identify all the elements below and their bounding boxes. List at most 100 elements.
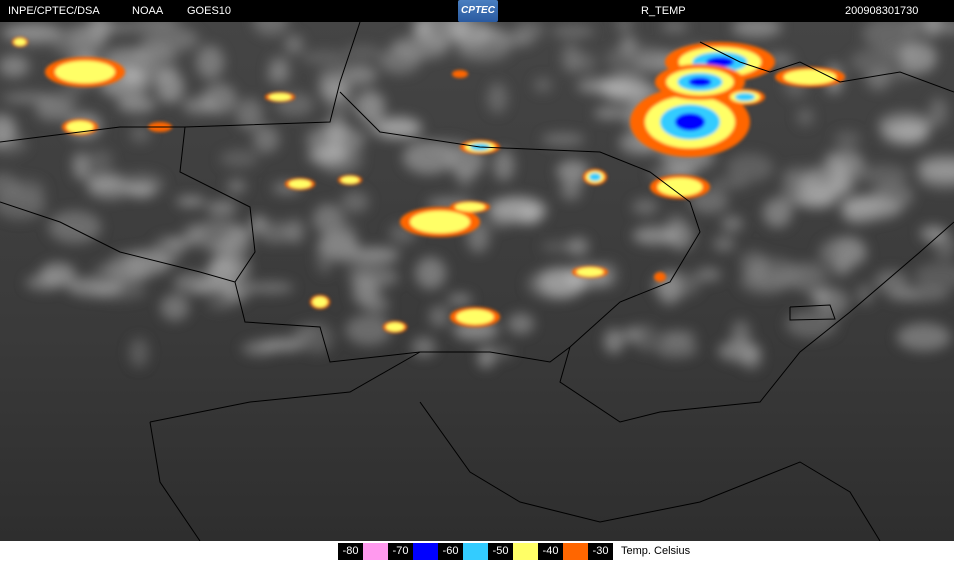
- temperature-legend: -80 -70 -60 -50 -40 -30 Temp. Celsius: [0, 541, 954, 562]
- cloud-patch: [301, 50, 348, 65]
- legend-swatch: [363, 543, 388, 560]
- cloud-patch: [87, 177, 133, 200]
- legend-title: Temp. Celsius: [621, 545, 691, 557]
- cloud-patch: [819, 237, 868, 270]
- cloud-patch: [604, 43, 664, 75]
- legend-label: -30: [588, 543, 613, 560]
- cloud-patch: [712, 236, 735, 252]
- cloud-patch: [56, 86, 80, 109]
- cloud-patch: [730, 319, 751, 350]
- cloud-patch: [0, 55, 30, 78]
- cloud-patch: [874, 270, 908, 293]
- cloud-patch: [355, 90, 386, 123]
- cloud-patch: [919, 225, 947, 242]
- cloud-patch: [318, 65, 378, 88]
- cold-cloud-top: [341, 176, 359, 184]
- product-label: R_TEMP: [641, 5, 686, 17]
- legend-swatch: [563, 543, 588, 560]
- cold-cloud-top: [654, 272, 666, 282]
- cloud-patch: [785, 310, 838, 339]
- cloud-patch: [493, 149, 515, 182]
- legend-label: -80: [338, 543, 363, 560]
- cloud-patch: [129, 124, 151, 143]
- cloud-patch: [710, 177, 749, 190]
- cloud-patch: [167, 236, 195, 249]
- timestamp-label: 200908301730: [845, 5, 919, 17]
- cloud-patch: [896, 323, 951, 352]
- cloud-patch: [241, 341, 278, 356]
- cloud-patch: [284, 34, 304, 54]
- cold-cloud-top: [783, 69, 837, 85]
- cloud-patch: [632, 226, 679, 245]
- cloud-patch: [560, 179, 582, 201]
- cloud-patch: [155, 70, 185, 104]
- legend-label: -40: [538, 543, 563, 560]
- cptec-logo: CPTEC: [458, 0, 498, 22]
- cloud-patch: [415, 257, 447, 290]
- satellite-label: GOES10: [187, 5, 232, 17]
- cloud-patch: [695, 267, 722, 282]
- cloud-patch: [750, 259, 769, 285]
- cloud-patch: [122, 67, 144, 88]
- cold-cloud-top: [455, 202, 485, 212]
- cloud-patch: [87, 149, 113, 170]
- cloud-patch: [411, 336, 436, 357]
- legend-label: -50: [488, 543, 513, 560]
- cloud-patch: [175, 196, 206, 207]
- cold-cloud-top: [312, 296, 328, 308]
- cloud-patch: [351, 276, 380, 308]
- cloud-patch: [810, 291, 831, 302]
- cloud-patch: [533, 77, 553, 93]
- legend-label: -60: [438, 543, 463, 560]
- cloud-patch: [1, 92, 59, 103]
- cold-cloud-top: [589, 173, 601, 181]
- cloud-patch: [66, 277, 123, 297]
- cold-cloud-top: [55, 60, 115, 84]
- cloud-patch: [267, 66, 290, 84]
- cold-cloud-top: [452, 70, 468, 78]
- cloud-patch: [507, 313, 535, 335]
- cloud-patch: [146, 33, 202, 47]
- cloud-patch: [665, 213, 685, 231]
- cloud-patch: [541, 133, 585, 146]
- cloud-patch: [307, 146, 349, 165]
- cloud-patch: [798, 172, 851, 197]
- agency-label: NOAA: [132, 5, 164, 17]
- satellite-image: [0, 8, 954, 542]
- cloud-patch: [341, 191, 369, 213]
- cloud-patch: [129, 337, 149, 368]
- cloud-patch: [658, 330, 697, 344]
- cloud-patch: [253, 125, 280, 154]
- cloud-patch: [871, 181, 914, 211]
- cloud-patch: [160, 294, 190, 321]
- cloud-patch: [603, 328, 624, 354]
- cold-cloud-top: [688, 77, 712, 87]
- cloud-patch: [25, 274, 64, 291]
- cloud-patch: [227, 179, 247, 193]
- cloud-patch: [336, 221, 356, 241]
- legend-swatch: [413, 543, 438, 560]
- cloud-patch: [248, 281, 294, 294]
- cloud-patch: [487, 82, 508, 114]
- cold-cloud-top: [657, 178, 703, 196]
- cloud-patch: [428, 305, 450, 328]
- cloud-patch: [855, 164, 910, 186]
- cloud-patch: [338, 249, 374, 268]
- cold-cloud-top: [456, 309, 494, 325]
- cloud-patch: [256, 221, 297, 244]
- cloud-patch: [487, 209, 510, 229]
- cloud-patch: [497, 33, 534, 47]
- cloud-patch: [447, 293, 473, 306]
- cloud-patch: [632, 198, 659, 215]
- cloud-patch: [561, 43, 581, 73]
- cloud-patch: [809, 163, 843, 175]
- cloud-patch: [117, 272, 149, 283]
- cold-cloud-top: [14, 38, 26, 46]
- cloud-patch: [721, 215, 744, 232]
- cold-cloud-top: [735, 93, 755, 101]
- cloud-patch: [224, 226, 251, 260]
- cloud-patch: [316, 243, 334, 275]
- legend-label: -70: [388, 543, 413, 560]
- cloud-patch: [206, 201, 238, 215]
- cloud-patch: [899, 41, 937, 74]
